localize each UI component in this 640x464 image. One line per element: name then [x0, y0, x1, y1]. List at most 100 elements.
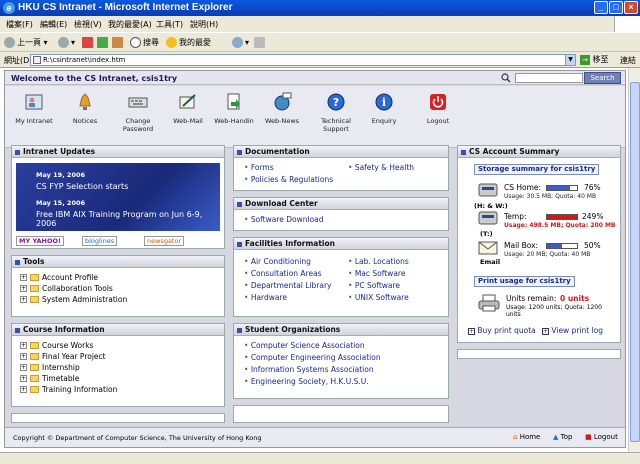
tree-item-training-information[interactable]: + Training Information: [20, 384, 117, 395]
link-lab-locations[interactable]: Lab. Locations: [348, 256, 409, 268]
view-print-log-link[interactable]: + View print log: [542, 326, 603, 335]
window-titlebar: e HKU CS Intranet - Microsoft Internet E…: [0, 0, 640, 16]
link-computer-science-association[interactable]: Computer Science Association: [244, 340, 381, 352]
tree-item-timetable[interactable]: + Timetable: [20, 373, 117, 384]
menu-edit[interactable]: 編輯(E): [40, 19, 67, 30]
nav-web-handin[interactable]: Web-Handin: [209, 92, 259, 125]
tree-item-course-works[interactable]: + Course Works: [20, 340, 117, 351]
nav-web-mail[interactable]: Web-Mail: [163, 92, 213, 125]
menu-help[interactable]: 說明(H): [190, 19, 218, 30]
search-input[interactable]: [515, 73, 583, 83]
nav-change-password[interactable]: Change Password: [113, 92, 163, 133]
student-orgs-links: Computer Science Association Computer En…: [244, 340, 381, 388]
link-hardware[interactable]: Hardware: [244, 292, 332, 304]
scrollbar-thumb[interactable]: [630, 82, 640, 442]
expand-icon[interactable]: +: [20, 353, 27, 360]
mail-pen-icon: [179, 94, 196, 109]
documentation-links-col1: Forms Policies & Regulations: [244, 162, 333, 186]
expand-icon[interactable]: +: [20, 274, 27, 281]
home-button[interactable]: [112, 36, 125, 50]
documentation-header: Documentation: [234, 146, 448, 158]
footer-top-link[interactable]: ▲ Top: [553, 433, 572, 441]
search-submit-button[interactable]: Search: [584, 72, 621, 84]
student-orgs-panel: Student Organizations Computer Science A…: [233, 323, 449, 399]
link-mac-software[interactable]: Mac Software: [348, 268, 409, 280]
expand-icon[interactable]: +: [20, 285, 27, 292]
link-air-conditioning[interactable]: Air Conditioning: [244, 256, 332, 268]
nav-web-news[interactable]: Web-News: [257, 92, 307, 125]
link-consultation-areas[interactable]: Consultation Areas: [244, 268, 332, 280]
link-computer-engineering-association[interactable]: Computer Engineering Association: [244, 352, 381, 364]
expand-icon[interactable]: +: [20, 375, 27, 382]
browser-content: Welcome to the CS Intranet, csis1try Sea…: [0, 68, 640, 452]
refresh-button[interactable]: [97, 36, 110, 50]
tree-item-system-administration[interactable]: + System Administration: [20, 294, 127, 305]
page-icon: [33, 56, 41, 64]
expand-icon[interactable]: +: [20, 386, 27, 393]
bloglines-button[interactable]: bloglines: [82, 236, 118, 246]
minimize-button[interactable]: _: [594, 1, 608, 14]
question-icon: ?: [327, 93, 345, 111]
newsgator-button[interactable]: newsgator: [144, 236, 185, 246]
home-drive-letters: (H: & W:): [474, 202, 508, 210]
address-dropdown-button[interactable]: ▼: [565, 54, 576, 66]
expand-icon[interactable]: +: [20, 364, 27, 371]
link-pc-software[interactable]: PC Software: [348, 280, 409, 292]
my-yahoo-button[interactable]: MY YAHOO!: [16, 236, 65, 246]
temp-label: Temp:: [504, 212, 527, 221]
address-input[interactable]: R:\csintranet\index.htm: [30, 54, 572, 66]
favorites-button[interactable]: 我的最愛: [166, 36, 211, 50]
expand-icon[interactable]: +: [20, 296, 27, 303]
mail-button[interactable]: [254, 36, 267, 50]
tree-item-collaboration-tools[interactable]: + Collaboration Tools: [20, 283, 127, 294]
link-software-download[interactable]: Software Download: [244, 214, 324, 226]
link-safety-health[interactable]: Safety & Health: [348, 162, 414, 174]
account-summary-panel: CS Account Summary Storage summary for c…: [457, 145, 621, 343]
link-policies[interactable]: Policies & Regulations: [244, 174, 333, 186]
intranet-updates-header: Intranet Updates: [12, 146, 224, 158]
link-engineering-society[interactable]: Engineering Society, H.K.U.S.U.: [244, 376, 381, 388]
nav-logout[interactable]: Logout: [413, 92, 463, 125]
buy-print-quota-link[interactable]: + Buy print quota: [468, 326, 536, 335]
expand-icon[interactable]: +: [20, 342, 27, 349]
nav-enquiry[interactable]: i Enquiry: [359, 92, 409, 125]
menu-tools[interactable]: 工具(T): [156, 19, 183, 30]
back-button[interactable]: 上一頁 ▾: [4, 36, 48, 50]
link-unix-software[interactable]: UNIX Software: [348, 292, 409, 304]
close-button[interactable]: ×: [624, 1, 638, 14]
go-button[interactable]: → 移至: [580, 54, 609, 65]
mailbox-icon: [478, 241, 498, 255]
tree-item-final-year-project[interactable]: + Final Year Project: [20, 351, 117, 362]
window-title: HKU CS Intranet - Microsoft Internet Exp…: [18, 2, 233, 13]
maximize-button[interactable]: □: [609, 1, 623, 14]
info-icon: i: [375, 93, 393, 111]
tree-item-internship[interactable]: + Internship: [20, 362, 117, 373]
student-orgs-header: Student Organizations: [234, 324, 448, 336]
update-item[interactable]: May 19, 2006 CS FYP Selection starts: [36, 171, 128, 191]
keyboard-icon: [128, 97, 148, 108]
vertical-scrollbar[interactable]: [628, 68, 640, 452]
menu-view[interactable]: 檢視(V): [74, 19, 102, 30]
link-information-systems-association[interactable]: Information Systems Association: [244, 364, 381, 376]
link-forms[interactable]: Forms: [244, 162, 333, 174]
nav-my-intranet[interactable]: My Intranet: [9, 92, 59, 125]
bullet-icon: [237, 149, 242, 155]
links-button[interactable]: 連結: [620, 55, 636, 66]
forward-button[interactable]: ▾: [58, 36, 75, 50]
menu-file[interactable]: 檔案(F): [6, 19, 33, 30]
nav-technical-support[interactable]: ? Technical Support: [311, 92, 361, 133]
media-button[interactable]: ▾: [232, 36, 249, 50]
tree-item-account-profile[interactable]: + Account Profile: [20, 272, 127, 283]
footer-home-link[interactable]: ⌂ Home: [513, 433, 540, 441]
search-button[interactable]: 搜尋: [130, 36, 159, 50]
folder-icon: [30, 364, 39, 371]
menu-favorites[interactable]: 我的最愛(A): [108, 19, 152, 30]
footer-logout-link[interactable]: ■ Logout: [585, 433, 618, 441]
go-arrow-icon: →: [580, 54, 590, 65]
stop-button[interactable]: [82, 36, 95, 50]
svg-text:?: ?: [333, 96, 339, 109]
link-departmental-library[interactable]: Departmental Library: [244, 280, 332, 292]
nav-notices[interactable]: Notices: [60, 92, 110, 125]
update-item[interactable]: May 15, 2006 Free IBM AIX Training Progr…: [36, 199, 220, 228]
mail-icon: [254, 37, 265, 48]
